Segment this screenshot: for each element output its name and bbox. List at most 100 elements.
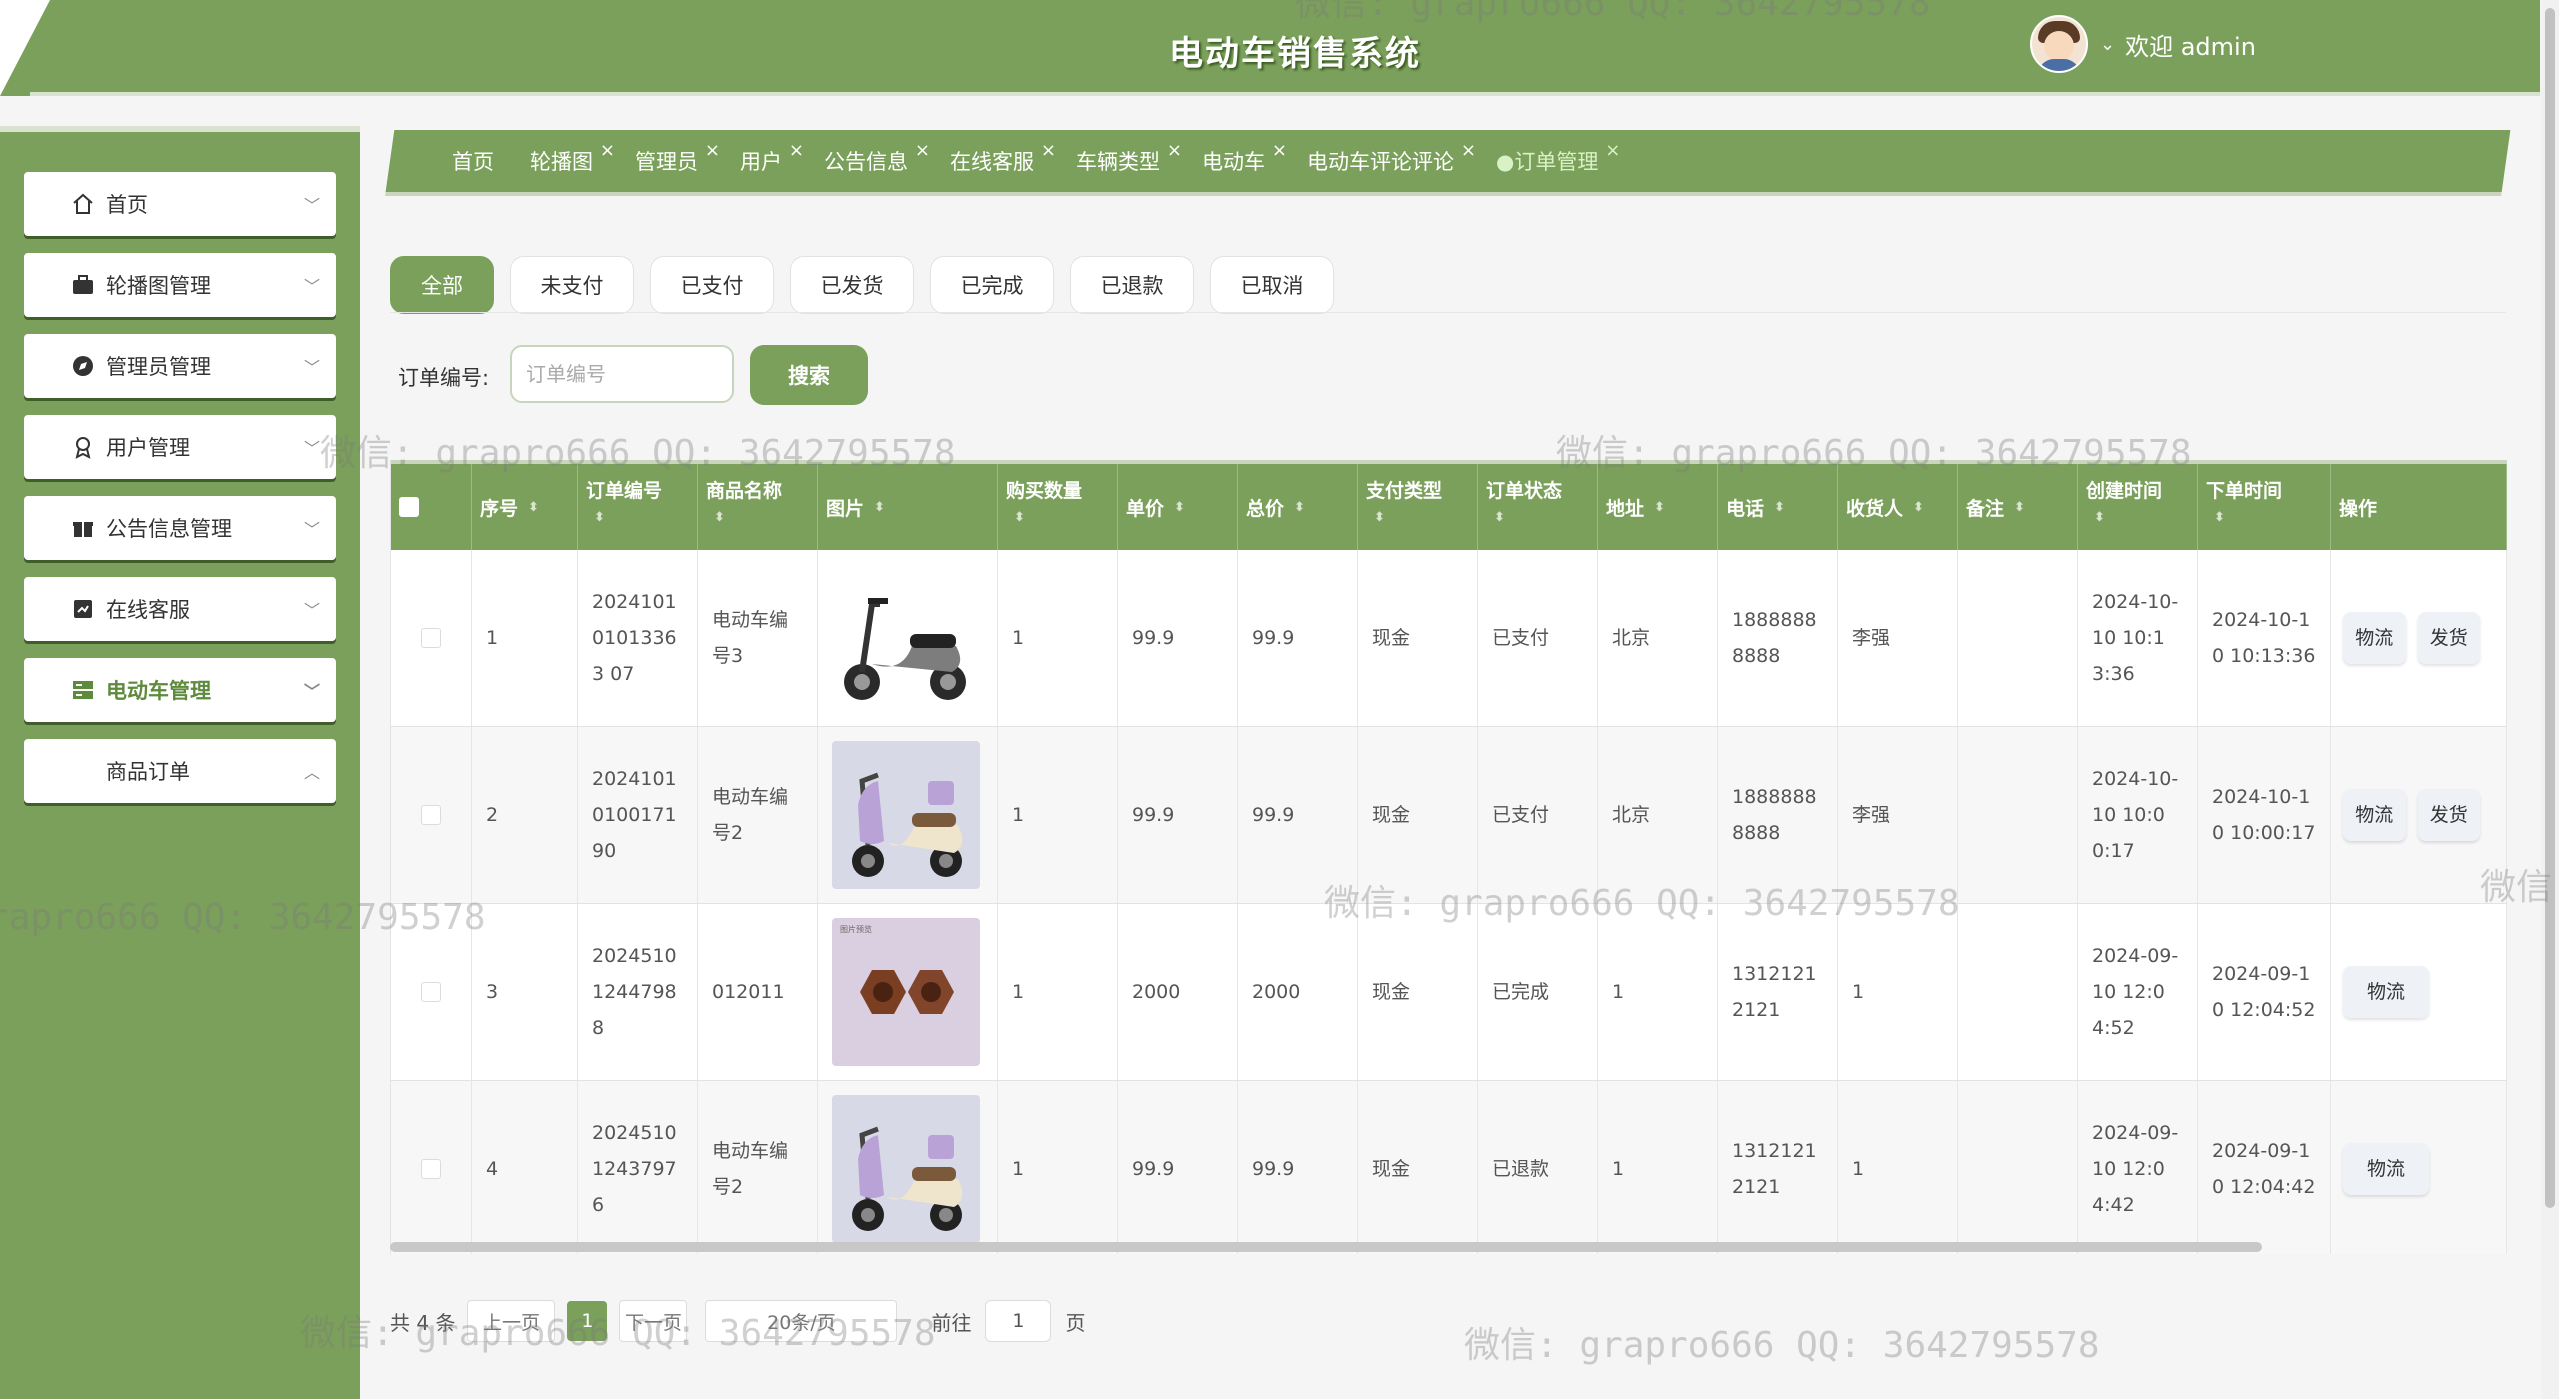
tab-8[interactable]: 电动车 × [1202,140,1287,176]
ship-button[interactable]: 发货 [2417,789,2480,841]
close-icon[interactable]: × [1167,140,1182,161]
next-page-button[interactable]: 下一页 [619,1300,688,1342]
sort-icon[interactable]: ⬍ [1654,501,1665,514]
sidebar-item-8[interactable]: 商品订单 ︿ [24,739,336,803]
goto-page-input[interactable]: 1 [985,1300,1052,1342]
close-icon[interactable]: × [915,140,930,161]
tab-2[interactable]: 轮播图 × [530,140,615,176]
tab-10[interactable]: ●订单管理 × [1496,140,1620,176]
column-header[interactable]: 购买数量 ⬍ [998,464,1118,550]
logistics-button[interactable]: 物流 [2343,789,2406,841]
sort-icon[interactable]: ⬍ [1774,501,1785,514]
sidebar-item-3[interactable]: 管理员管理 ﹀ [24,334,336,398]
close-icon[interactable]: × [1605,140,1620,161]
close-icon[interactable]: × [1041,140,1056,161]
column-header[interactable]: 单价 ⬍ [1118,464,1238,550]
table-row[interactable]: 2 2024101010017190 电动车编号2 1 99.9 99.9 现金 已支付 北京 1… [391,727,2507,904]
sort-icon[interactable]: ⬍ [2094,511,2105,524]
column-header[interactable]: 商品名称 ⬍ [698,464,818,550]
sort-icon[interactable]: ⬍ [594,511,605,524]
status-filter-5[interactable]: 已完成 [930,256,1054,314]
column-header[interactable]: 地址 ⬍ [1598,464,1718,550]
cell-qty: 1 [998,727,1118,903]
sort-icon[interactable]: ⬍ [1294,501,1305,514]
column-header[interactable]: 总价 ⬍ [1238,464,1358,550]
sort-icon[interactable]: ⬍ [1014,511,1025,524]
sort-icon[interactable]: ⬍ [874,501,885,514]
logistics-button[interactable]: 物流 [2343,612,2406,664]
column-header[interactable]: 备注 ⬍ [1958,464,2078,550]
tab-5[interactable]: 公告信息 × [824,140,930,176]
cell-receiver: 李强 [1838,550,1958,726]
sort-icon[interactable]: ⬍ [1913,501,1924,514]
sidebar-item-4[interactable]: 用户管理 ﹀ [24,415,336,479]
column-header[interactable]: 订单状态 ⬍ [1478,464,1598,550]
tab-7[interactable]: 车辆类型 × [1076,140,1182,176]
avatar[interactable] [2030,15,2088,73]
column-header[interactable]: 操作 [2331,464,2507,550]
sidebar-item-6[interactable]: 在线客服 ﹀ [24,577,336,641]
page-size-select[interactable]: 20条/页 [705,1300,898,1342]
ship-button[interactable]: 发货 [2417,612,2480,664]
sort-icon[interactable]: ⬍ [2214,511,2225,524]
status-filter-3[interactable]: 已支付 [650,256,774,314]
tab-1[interactable]: 首页 [452,146,494,176]
sort-icon[interactable]: ⬍ [1174,501,1185,514]
close-icon[interactable]: × [600,140,615,161]
vertical-scrollbar[interactable] [2541,0,2559,1399]
welcome-text: 欢迎 admin [2125,32,2256,61]
order-number-input[interactable] [510,345,734,403]
column-header[interactable]: 收货人 ⬍ [1838,464,1958,550]
user-menu[interactable]: ⌄ 欢迎 admin [2030,15,2256,73]
column-header[interactable]: 图片 ⬍ [818,464,998,550]
tab-3[interactable]: 管理员 × [635,140,720,176]
logistics-button[interactable]: 物流 [2343,966,2429,1018]
search-button[interactable]: 搜索 [750,345,868,405]
close-icon[interactable]: × [789,140,804,161]
logistics-button[interactable]: 物流 [2343,1143,2429,1195]
sidebar-item-5[interactable]: 公告信息管理 ﹀ [24,496,336,560]
cell-addr: 1 [1598,1081,1718,1254]
checkbox[interactable] [399,497,419,517]
sidebar-item-2[interactable]: 轮播图管理 ﹀ [24,253,336,317]
sort-icon[interactable]: ⬍ [1374,511,1385,524]
column-header[interactable]: 电话 ⬍ [1718,464,1838,550]
sort-icon[interactable]: ⬍ [2014,501,2025,514]
horizontal-scrollbar[interactable] [390,1242,2262,1252]
cell-pay: 现金 [1358,1081,1478,1254]
checkbox[interactable] [421,805,441,825]
column-header[interactable]: 下单时间 ⬍ [2198,464,2331,550]
tab-label: 车辆类型 [1076,150,1160,174]
checkbox[interactable] [421,628,441,648]
column-header[interactable]: 序号 ⬍ [472,464,578,550]
product-image: 图片预览 [818,904,998,1080]
checkbox[interactable] [421,1159,441,1179]
status-filter-1[interactable]: 全部 [390,256,494,314]
column-header[interactable]: 支付类型 ⬍ [1358,464,1478,550]
sidebar-item-1[interactable]: 首页 ﹀ [24,172,336,236]
table-row[interactable]: 4 202451012437976 电动车编号2 1 99.9 99.9 现金 已退款 1 131… [391,1081,2507,1254]
sidebar-item-7[interactable]: 电动车管理 ﹀ [24,658,336,722]
column-header[interactable]: 创建时间 ⬍ [2078,464,2198,550]
table-row[interactable]: 1 202410101013363 07 电动车编号3 1 99.9 99.9 现金 已支付北… [391,550,2507,727]
status-filter-4[interactable]: 已发货 [790,256,914,314]
page-number-current[interactable]: 1 [567,1301,608,1341]
prev-page-button[interactable]: 上一页 [467,1300,556,1342]
sort-icon[interactable]: ⬍ [528,501,539,514]
status-filter-2[interactable]: 未支付 [510,256,634,314]
status-filter-7[interactable]: 已取消 [1210,256,1334,314]
tab-6[interactable]: 在线客服 × [950,140,1056,176]
close-icon[interactable]: × [1461,140,1476,161]
tab-9[interactable]: 电动车评论评论 × [1307,140,1476,176]
sort-icon[interactable]: ⬍ [714,511,725,524]
tab-4[interactable]: 用户 × [740,140,804,176]
status-filter-6[interactable]: 已退款 [1070,256,1194,314]
close-icon[interactable]: × [1272,140,1287,161]
close-icon[interactable]: × [705,140,720,161]
checkbox[interactable] [421,982,441,1002]
column-header[interactable]: 订单编号 ⬍ [578,464,698,550]
select-all-checkbox[interactable] [391,464,472,550]
chevron-down-icon[interactable]: ⌄ [2100,34,2115,55]
table-row[interactable]: 3 202451012447988 012011 图片预览 1 2000 2000 现金 已完成… [391,904,2507,1081]
sort-icon[interactable]: ⬍ [1494,511,1505,524]
